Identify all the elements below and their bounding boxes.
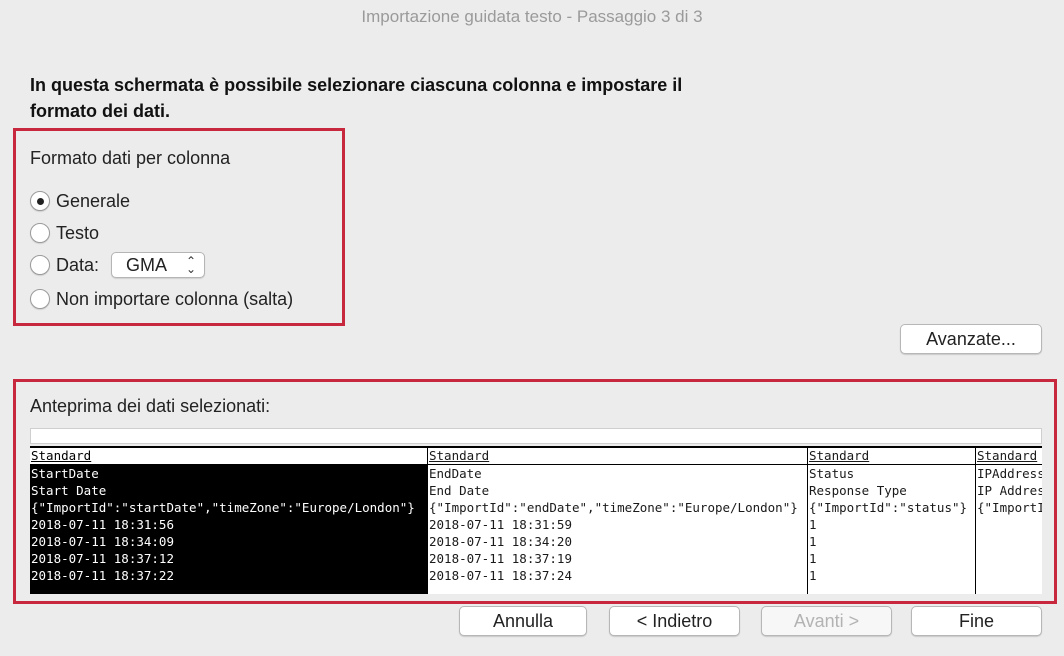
preview-cell: Status	[809, 466, 855, 481]
preview-title: Anteprima dei dati selezionati:	[30, 396, 271, 416]
preview-cell: 1	[809, 568, 817, 583]
preview-column-ipaddress[interactable]: Standard IPAddress IP Address {"ImportId…	[976, 448, 1042, 594]
preview-column-enddate[interactable]: Standard EndDate End Date {"ImportId":"e…	[428, 448, 808, 594]
radio-skip-column[interactable]: Non importare colonna (salta)	[30, 286, 293, 312]
column-header[interactable]: Standard	[976, 448, 1042, 465]
column-header[interactable]: Standard	[808, 448, 975, 465]
preview-cell: StartDate	[31, 466, 99, 481]
data-preview-grid: Standard StartDate Start Date {"ImportId…	[30, 446, 1042, 594]
column-header[interactable]: Standard	[30, 448, 427, 465]
finish-button[interactable]: Fine	[911, 606, 1042, 636]
preview-cell: IP Address	[977, 483, 1042, 498]
radio-button[interactable]	[30, 223, 50, 243]
preview-cell: 1	[809, 551, 817, 566]
radio-testo[interactable]: Testo	[30, 220, 99, 246]
radio-selected-dot	[36, 197, 44, 205]
date-format-select[interactable]: GMA ⌃ ⌄	[111, 252, 206, 278]
next-button[interactable]: Avanti >	[761, 606, 892, 636]
preview-cell: 1	[809, 534, 817, 549]
column-header[interactable]: Standard	[428, 448, 807, 465]
preview-cell: End Date	[429, 483, 490, 498]
preview-cell: {"ImportId":"startDate","timeZone":"Euro…	[31, 500, 415, 515]
updown-chevron-icon: ⌃ ⌄	[185, 254, 197, 276]
preview-cell: IPAddress	[977, 466, 1042, 481]
preview-cell: 1	[809, 517, 817, 532]
preview-cell: Response Type	[809, 483, 907, 498]
preview-cell: 2018-07-11 18:37:19	[429, 551, 572, 566]
preview-column-status[interactable]: Standard Status Response Type {"ImportId…	[808, 448, 976, 594]
column-format-title: Formato dati per colonna	[30, 148, 231, 168]
instructions-text: In questa schermata è possibile selezion…	[30, 75, 683, 121]
radio-button[interactable]	[30, 289, 50, 309]
date-format-value: GMA	[126, 254, 168, 275]
preview-cell: {"ImportId":"status"}	[809, 500, 968, 515]
back-button[interactable]: < Indietro	[609, 606, 740, 636]
radio-label: Testo	[56, 222, 100, 243]
radio-button[interactable]	[30, 255, 50, 275]
cancel-button[interactable]: Annulla	[459, 606, 587, 636]
preview-cell: 2018-07-11 18:31:56	[31, 517, 174, 532]
preview-cell: 2018-07-11 18:34:20	[429, 534, 572, 549]
preview-cell: Start Date	[31, 483, 107, 498]
preview-cell: EndDate	[429, 466, 482, 481]
horizontal-scrollbar[interactable]	[30, 428, 1042, 444]
preview-column-startdate[interactable]: Standard StartDate Start Date {"ImportId…	[30, 448, 428, 594]
radio-generale[interactable]: Generale	[30, 188, 130, 214]
preview-cell: {"ImportId":"ipAddress"}	[977, 500, 1042, 515]
radio-label: Data:	[56, 254, 100, 275]
preview-cell: 2018-07-11 18:31:59	[429, 517, 572, 532]
radio-button[interactable]	[30, 191, 50, 211]
preview-cell: 2018-07-11 18:34:09	[31, 534, 174, 549]
preview-cell: {"ImportId":"endDate","timeZone":"Europe…	[429, 500, 798, 515]
radio-label: Generale	[56, 190, 131, 211]
preview-cell: 2018-07-11 18:37:12	[31, 551, 174, 566]
window-title: Importazione guidata testo - Passaggio 3…	[361, 7, 703, 26]
radio-label: Non importare colonna (salta)	[56, 288, 294, 309]
preview-cell: 2018-07-11 18:37:22	[31, 568, 174, 583]
radio-data[interactable]: Data: GMA ⌃ ⌄	[30, 252, 206, 278]
advanced-button[interactable]: Avanzate...	[900, 324, 1042, 354]
preview-cell: 2018-07-11 18:37:24	[429, 568, 572, 583]
